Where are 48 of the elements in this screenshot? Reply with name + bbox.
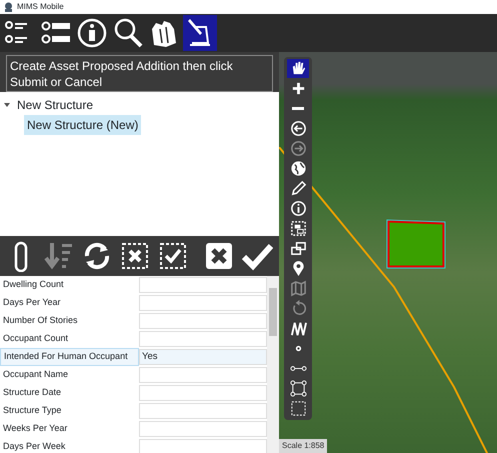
- instruction-message: Create Asset Proposed Addition then click Submit or Cancel: [6, 55, 273, 92]
- window-title: MIMS Mobile: [17, 1, 64, 13]
- info-icon: [290, 200, 306, 217]
- structure-polygon: [386, 219, 446, 269]
- property-value-field[interactable]: [139, 439, 267, 453]
- property-name: Structure Type: [2, 404, 62, 418]
- property-value-field[interactable]: [139, 403, 267, 419]
- search-icon: [112, 17, 144, 49]
- expanded-caret-icon[interactable]: [4, 102, 10, 108]
- dashed-box-x-icon: [119, 240, 151, 272]
- scrollbar[interactable]: [267, 276, 279, 453]
- polygon-vertices-icon: [290, 380, 306, 397]
- sort-icon: [43, 240, 75, 272]
- property-name: Occupant Count: [2, 332, 70, 346]
- property-name: Days Per Week: [2, 440, 66, 453]
- property-value-field[interactable]: [139, 295, 267, 311]
- zigzag-line-icon: [290, 320, 306, 337]
- app-icon: [4, 2, 13, 12]
- dashed-square-icon: [290, 400, 306, 417]
- map-icon: [290, 280, 306, 297]
- info-icon: [76, 17, 108, 49]
- map-scale: Scale 1:858: [279, 439, 328, 453]
- property-value-field[interactable]: [139, 331, 267, 347]
- property-value-field[interactable]: [139, 367, 267, 383]
- dashed-box-check-icon: [157, 240, 189, 272]
- globe-icon: [290, 160, 306, 177]
- property-value-field[interactable]: [139, 385, 267, 401]
- property-value-field[interactable]: [139, 277, 267, 293]
- property-name: Number Of Stories: [2, 314, 79, 328]
- satellite-map[interactable]: Scale 1:858: [279, 52, 497, 453]
- property-name: Days Per Year: [2, 296, 62, 310]
- zoom-out-icon: [292, 107, 304, 110]
- property-value-field[interactable]: [139, 313, 267, 329]
- overlap-squares-icon: [290, 240, 306, 257]
- select-area-icon: [290, 220, 306, 237]
- close-icon: [203, 240, 235, 272]
- toolbar-button[interactable]: [183, 15, 217, 51]
- property-name: Occupant Name: [2, 368, 70, 382]
- property-name: Intended For Human Occupant: [0, 348, 139, 366]
- pencil-icon: [290, 180, 306, 197]
- property-name: Structure Date: [2, 386, 62, 400]
- map-tool-button[interactable]: [287, 59, 309, 78]
- tree-item[interactable]: New Structure (New): [24, 115, 142, 135]
- property-name: Dwelling Count: [2, 278, 65, 292]
- tree-item[interactable]: New Structure: [14, 95, 96, 115]
- property-value-field[interactable]: [139, 421, 267, 437]
- property-value-field[interactable]: Yes: [139, 349, 267, 365]
- property-name: Weeks Per Year: [2, 422, 68, 436]
